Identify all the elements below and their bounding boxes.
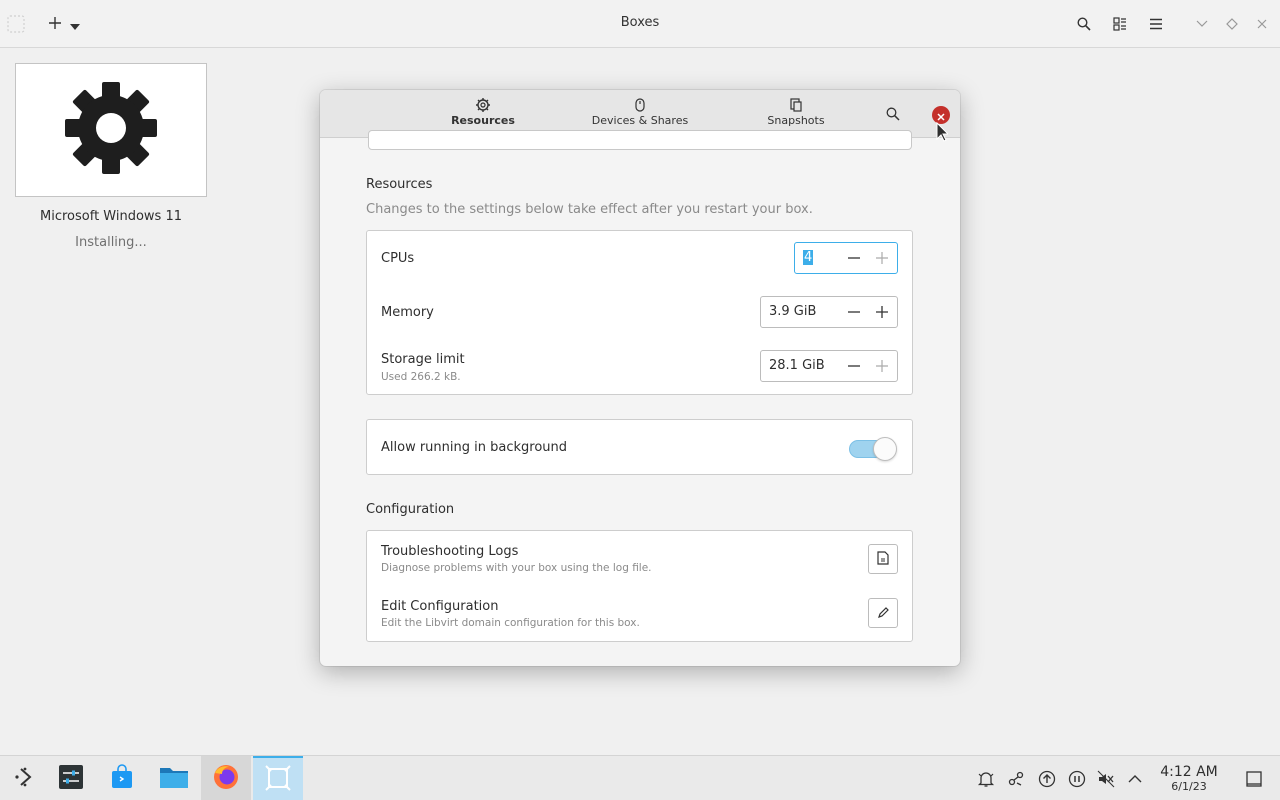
mouse-icon — [634, 96, 646, 114]
tab-devices-shares[interactable]: Devices & Shares — [590, 96, 690, 134]
tab-snapshots-label: Snapshots — [767, 114, 825, 127]
resources-section-subtitle: Changes to the settings below take effec… — [366, 202, 813, 217]
open-logs-button[interactable] — [868, 544, 898, 574]
header-bar: Boxes — [0, 0, 1280, 48]
tab-resources-label: Resources — [451, 114, 515, 127]
edit-configuration-button[interactable] — [868, 598, 898, 628]
configuration-section-title: Configuration — [366, 502, 455, 517]
storage-limit-label: Storage limit — [381, 352, 465, 367]
close-window-icon[interactable] — [1252, 14, 1272, 34]
background-card: Allow running in background — [366, 419, 913, 475]
storage-used-label: Used 266.2 kB. — [381, 371, 461, 383]
media-pause-icon[interactable] — [1067, 769, 1087, 789]
allow-background-label: Allow running in background — [381, 440, 568, 455]
boxes-app-icon — [264, 764, 292, 796]
gear-icon — [475, 96, 491, 114]
notifications-icon[interactable] — [976, 769, 996, 789]
taskbar-firefox[interactable] — [201, 756, 251, 800]
tab-snapshots[interactable]: Snapshots — [766, 96, 826, 134]
maximize-icon[interactable] — [1222, 14, 1242, 34]
minimize-icon[interactable] — [1192, 14, 1212, 34]
clock-date[interactable]: 6/1/23 — [1155, 780, 1223, 793]
taskbar — [0, 755, 1280, 800]
taskbar-system-settings[interactable] — [46, 756, 96, 800]
memory-label: Memory — [381, 305, 434, 320]
troubleshooting-logs-label: Troubleshooting Logs — [381, 544, 519, 559]
show-desktop-icon[interactable] — [1244, 769, 1264, 789]
edit-configuration-description: Edit the Libvirt domain configuration fo… — [381, 617, 640, 629]
configuration-card: Troubleshooting Logs Diagnose problems w… — [366, 530, 913, 642]
folder-icon — [159, 765, 189, 793]
taskbar-discover[interactable] — [97, 756, 147, 800]
previous-section-card — [368, 130, 912, 150]
box-name[interactable]: Microsoft Windows 11 — [15, 209, 207, 224]
plus-icon[interactable] — [874, 358, 890, 374]
launcher-icon — [13, 765, 37, 793]
store-bag-icon — [110, 763, 134, 794]
tab-devices-label: Devices & Shares — [591, 114, 689, 127]
minus-icon[interactable] — [846, 304, 862, 320]
view-mode-icon[interactable] — [1110, 14, 1130, 34]
storage-limit-spinner[interactable]: 28.1 GiB — [760, 350, 898, 382]
toggle-knob — [873, 437, 897, 461]
snapshots-icon — [789, 96, 803, 114]
edit-configuration-label: Edit Configuration — [381, 599, 499, 614]
plus-icon[interactable] — [874, 304, 890, 320]
allow-background-toggle[interactable] — [847, 436, 899, 461]
tray-expand-icon[interactable] — [1125, 769, 1145, 789]
memory-spinner[interactable]: 3.9 GiB — [760, 296, 898, 328]
resources-card: CPUs 4 Memory 3.9 GiB Storage limit Used… — [366, 230, 913, 395]
box-preferences-dialog: Resources Devices & Shares Snapshots Res… — [320, 90, 960, 666]
mouse-cursor-icon — [936, 121, 950, 146]
hamburger-menu-icon[interactable] — [1146, 14, 1166, 34]
document-icon — [877, 550, 889, 569]
gear-icon — [61, 78, 161, 182]
tab-resources[interactable]: Resources — [448, 96, 518, 134]
cpus-label: CPUs — [381, 251, 415, 266]
memory-value[interactable]: 3.9 GiB — [769, 304, 816, 319]
updates-icon[interactable] — [1037, 769, 1057, 789]
resources-section-title: Resources — [366, 177, 433, 192]
search-icon[interactable] — [1074, 14, 1094, 34]
settings-app-icon — [58, 764, 84, 794]
taskbar-file-manager[interactable] — [149, 756, 199, 800]
cpus-spinner[interactable]: 4 — [794, 242, 898, 274]
search-icon[interactable] — [886, 106, 900, 125]
plus-icon[interactable] — [874, 250, 890, 266]
pencil-icon — [877, 604, 889, 623]
volume-muted-icon[interactable] — [1096, 769, 1116, 789]
box-thumbnail[interactable] — [15, 63, 207, 197]
app-launcher-button[interactable] — [0, 756, 50, 800]
taskbar-boxes[interactable] — [253, 756, 303, 800]
minus-icon[interactable] — [846, 250, 862, 266]
troubleshooting-logs-description: Diagnose problems with your box using th… — [381, 562, 652, 574]
storage-limit-value[interactable]: 28.1 GiB — [769, 358, 825, 373]
clock-time[interactable]: 4:12 AM — [1155, 764, 1223, 780]
minus-icon[interactable] — [846, 358, 862, 374]
cpus-value[interactable]: 4 — [803, 250, 814, 265]
firefox-icon — [212, 763, 240, 795]
kde-connect-icon[interactable] — [1006, 769, 1026, 789]
box-status: Installing... — [75, 235, 147, 250]
